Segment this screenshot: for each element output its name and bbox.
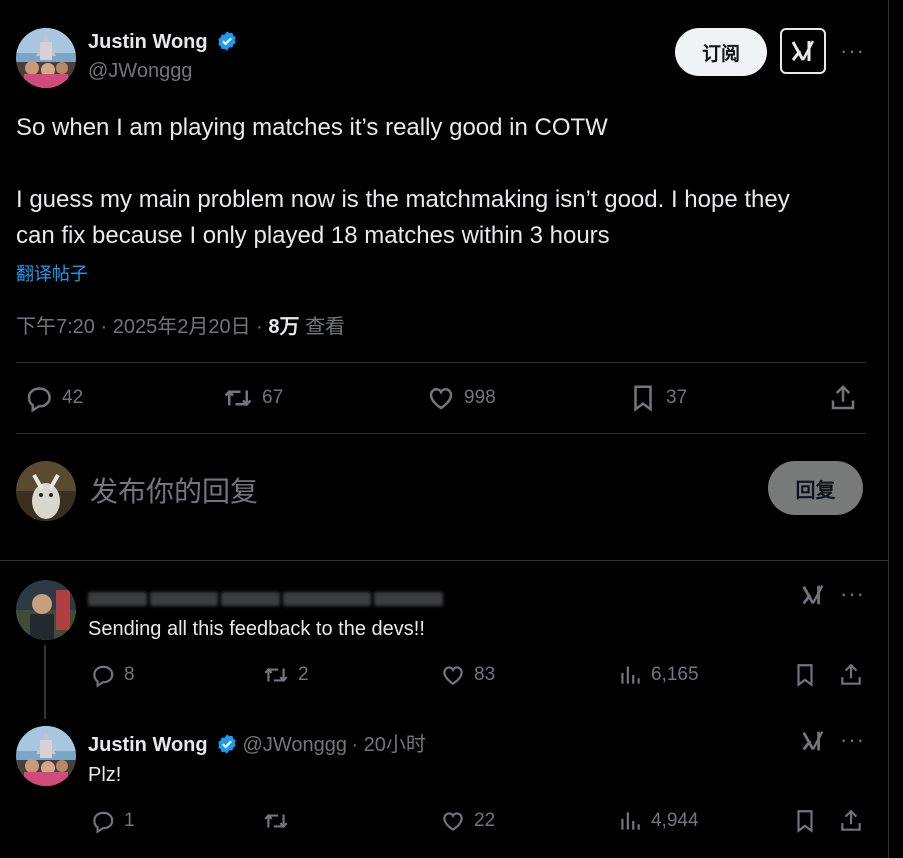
repost-icon	[264, 668, 288, 682]
post-text-line: I guess my main problem now is the match…	[16, 186, 790, 213]
repost-count: 2	[298, 664, 309, 685]
views-count: 4,944	[651, 810, 699, 831]
reply-icon	[27, 387, 51, 413]
repost-count: 67	[262, 387, 284, 408]
like-button[interactable]: 998	[426, 383, 496, 413]
reply-author-handle[interactable]: @JWonggg	[243, 734, 347, 756]
bookmark-count: 37	[666, 387, 688, 408]
like-count: 83	[474, 664, 496, 685]
post-date[interactable]: 2025年2月20日	[113, 316, 251, 338]
share-icon	[841, 809, 861, 831]
post-text: So when I am playing matches it’s really…	[16, 110, 876, 254]
reply-text: Sending all this feedback to the devs!!	[88, 618, 425, 640]
author-name[interactable]: Justin Wong	[88, 31, 208, 53]
translate-link[interactable]: 翻译帖子	[16, 260, 88, 286]
divider	[16, 433, 866, 434]
reply-submit-button[interactable]: 回复	[768, 461, 863, 515]
reply-time[interactable]: · 20小时	[351, 734, 425, 756]
post-meta: 下午7:20 · 2025年2月20日 · 8万 查看	[16, 316, 346, 338]
reply-count: 1	[124, 810, 135, 831]
repost-button[interactable]: 67	[222, 383, 283, 413]
share-button[interactable]	[838, 662, 864, 688]
my-avatar[interactable]	[16, 461, 76, 521]
like-count: 22	[474, 810, 496, 831]
post-text-line: can fix because I only played 18 matches…	[16, 222, 610, 249]
repost-button[interactable]	[262, 808, 298, 834]
divider	[0, 560, 888, 561]
reply-button[interactable]: 8	[90, 662, 135, 688]
reply-avatar[interactable]	[16, 726, 76, 786]
reply-button[interactable]: 42	[24, 383, 83, 413]
thread-line	[44, 645, 46, 719]
views-button[interactable]: 6,165	[617, 662, 699, 688]
reply-input[interactable]: 发布你的回复	[90, 470, 258, 510]
more-icon[interactable]: ···	[840, 40, 865, 62]
reply-text: Plz!	[88, 764, 122, 786]
like-icon	[443, 666, 463, 685]
grok-icon[interactable]	[800, 582, 826, 613]
author-handle[interactable]: @JWonggg	[88, 60, 192, 83]
bookmark-icon	[797, 810, 813, 833]
subscribe-button[interactable]: 订阅	[675, 28, 767, 76]
reply-avatar[interactable]	[16, 580, 76, 640]
repost-icon	[264, 814, 288, 828]
reply-author-name-blurred	[88, 588, 443, 610]
author-avatar[interactable]	[16, 28, 76, 88]
post-time[interactable]: 下午7:20	[16, 316, 95, 338]
views-count: 8万	[268, 316, 300, 338]
views-icon	[621, 812, 640, 830]
column-border	[888, 0, 889, 858]
divider	[16, 362, 866, 363]
like-icon	[429, 387, 453, 410]
reply-count: 8	[124, 664, 135, 685]
bookmark-button[interactable]	[792, 662, 818, 688]
like-icon	[443, 812, 463, 831]
more-icon[interactable]: ···	[840, 729, 865, 751]
bookmark-button[interactable]	[792, 808, 818, 834]
views-button[interactable]: 4,944	[617, 808, 699, 834]
views-label: 查看	[305, 316, 346, 338]
repost-icon	[224, 389, 252, 407]
bookmark-button[interactable]: 37	[628, 383, 687, 413]
bookmark-icon	[634, 385, 652, 412]
reply-count: 42	[62, 387, 84, 408]
reply-author-name[interactable]: Justin Wong	[88, 734, 208, 756]
views-count: 6,165	[651, 664, 699, 685]
grok-icon[interactable]	[780, 28, 826, 74]
more-icon[interactable]: ···	[840, 583, 865, 605]
verified-badge-icon	[218, 31, 236, 51]
reply-icon	[93, 665, 114, 688]
repost-button[interactable]: 2	[262, 662, 309, 688]
like-button[interactable]: 83	[440, 662, 495, 688]
share-icon	[831, 384, 855, 410]
reply-icon	[93, 811, 114, 834]
like-button[interactable]: 22	[440, 808, 495, 834]
bookmark-icon	[797, 664, 813, 687]
reply-button[interactable]: 1	[90, 808, 135, 834]
grok-icon[interactable]	[800, 728, 826, 759]
share-icon	[841, 663, 861, 685]
post-text-line: So when I am playing matches it’s really…	[16, 114, 608, 141]
like-count: 998	[464, 387, 496, 408]
views-icon	[621, 666, 640, 684]
share-button[interactable]	[838, 808, 864, 834]
verified-badge-icon	[218, 734, 236, 754]
share-button[interactable]	[828, 383, 858, 413]
